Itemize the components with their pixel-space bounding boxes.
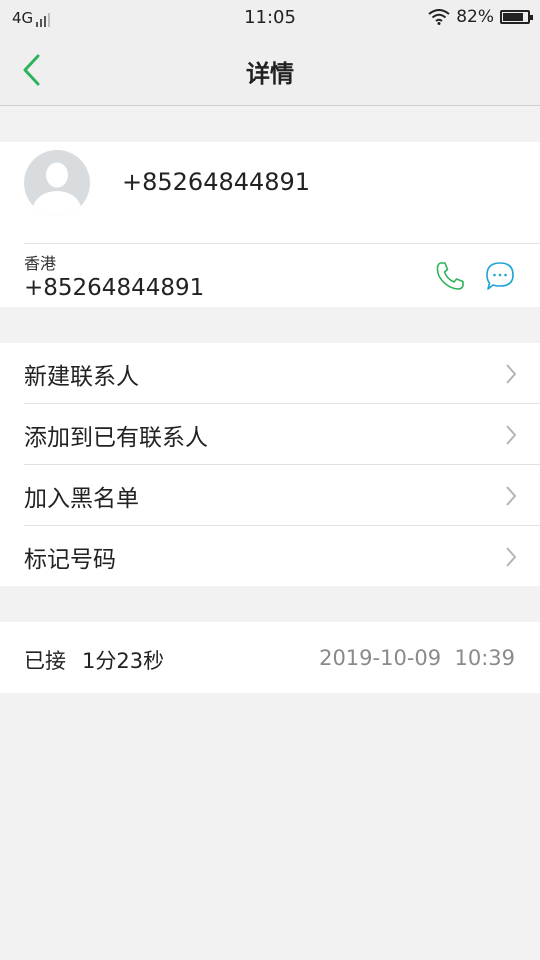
person-avatar-icon [24, 150, 90, 216]
status-right: 82% [428, 7, 533, 27]
battery-percent: 82% [456, 7, 494, 27]
call-button[interactable] [432, 258, 468, 294]
action-menu: 新建联系人 添加到已有联系人 加入黑名单 标记号码 [0, 343, 540, 586]
menu-item-blacklist[interactable]: 加入黑名单 [0, 465, 540, 526]
menu-item-label: 新建联系人 [24, 364, 139, 390]
call-duration: 1分23秒 [82, 649, 165, 673]
battery-icon [500, 10, 533, 24]
menu-item-mark-number[interactable]: 标记号码 [0, 526, 540, 587]
phone-icon [436, 262, 464, 290]
battery-fill [503, 13, 523, 21]
call-record-row: 已接 1分23秒 2019-10-09 10:39 [0, 622, 540, 693]
call-datetime: 2019-10-09 10:39 [319, 646, 515, 670]
menu-item-label: 标记号码 [24, 547, 116, 573]
page-title: 详情 [246, 60, 294, 88]
chevron-right-icon [506, 425, 517, 445]
wifi-icon [428, 9, 450, 25]
chevron-right-icon [506, 364, 517, 384]
app-header: 详情 [0, 36, 540, 106]
chat-bubble-icon [486, 262, 514, 290]
menu-item-label: 加入黑名单 [24, 486, 139, 512]
menu-item-label: 添加到已有联系人 [24, 425, 208, 451]
contact-number: +85264844891 [122, 168, 311, 196]
divider [24, 243, 540, 244]
contact-card: +85264844891 香港 +85264844891 [0, 142, 540, 307]
call-status: 已接 [24, 649, 66, 673]
status-bar: 4G 11:05 82% [0, 0, 540, 36]
chevron-right-icon [506, 486, 517, 506]
menu-item-new-contact[interactable]: 新建联系人 [0, 343, 540, 404]
message-button[interactable] [482, 258, 518, 294]
number-region: 香港 [24, 254, 57, 273]
menu-item-add-to-existing[interactable]: 添加到已有联系人 [0, 404, 540, 465]
contact-number-secondary: +85264844891 [24, 275, 205, 301]
chevron-right-icon [506, 547, 517, 567]
